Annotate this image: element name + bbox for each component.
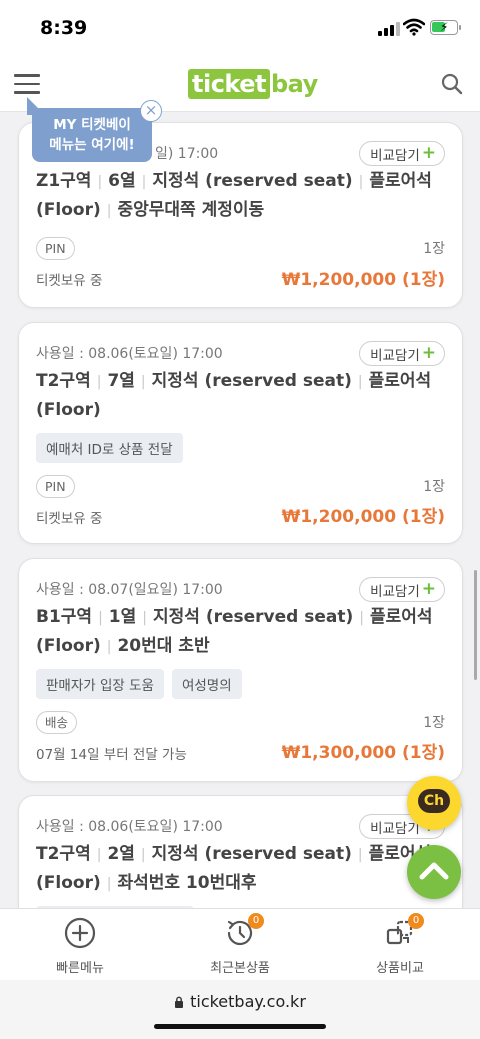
hamburger-menu-icon[interactable] (14, 74, 40, 94)
scroll-top-button[interactable] (407, 845, 461, 899)
compare-label: 비교담기 (370, 583, 420, 600)
status-bar: 8:39 ⚡ (0, 0, 480, 58)
logo-bay-text: bay (271, 70, 318, 98)
logo-ticket-text: ticket (188, 69, 270, 99)
listing-row: 7열 (107, 371, 135, 391)
app-header: ticket bay (0, 58, 480, 112)
listing-card[interactable]: 사용일 : 08.06(토요일) 17:00 비교담기 + T2구역 | 7열 | 지정석… (18, 322, 463, 544)
listing-status: 07월 14일 부터 전달 가능 (36, 747, 187, 763)
listing-price: ₩1,200,000 (1장) (281, 270, 445, 290)
tooltip-line2: 메뉴는 여기에! (49, 137, 135, 153)
chat-bubble-icon: Ch (418, 789, 450, 813)
browser-url-bar[interactable]: ticketbay.co.kr (0, 980, 480, 1039)
chevron-up-icon (419, 862, 449, 880)
listing-note: 20번대 초반 (117, 636, 210, 656)
wifi-icon (403, 18, 425, 36)
listing-tags: 예매처 ID로 상품 전달 (36, 433, 183, 463)
listing-tags: 판매자가 입장 도움 여성명의 (36, 669, 242, 699)
plus-icon: + (421, 143, 436, 163)
battery-tip (459, 25, 461, 30)
battery-icon: ⚡ (430, 20, 458, 35)
nav-label: 빠른메뉴 (56, 961, 104, 976)
listing-seat-type: 지정석 (reserved seat) (151, 371, 352, 391)
plus-circle-icon (64, 917, 96, 949)
listing-seat-type: 지정석 (reserved seat) (151, 844, 352, 864)
listing-note: 좌석번호 10번대후 (117, 873, 257, 893)
listing-quantity: 1장 (423, 715, 445, 731)
listing-seat-type: 지정석 (reserved seat) (152, 171, 353, 191)
listing-card[interactable]: 사용일 : 08.07(일요일) 17:00 비교담기 + B1구역 | 1열 | 지정석… (18, 558, 463, 782)
listing-zone: Z1구역 (36, 171, 92, 191)
tooltip-line1: MY 티켓베이 (53, 117, 131, 133)
listing-row: 2열 (107, 844, 135, 864)
lock-icon (175, 996, 184, 1008)
listing-seat-type: 지정석 (reserved seat) (152, 607, 354, 627)
listing-tag: 예매처 ID로 상품 전달 (36, 433, 183, 463)
delivery-method-badge: PIN (36, 237, 75, 260)
listing-title: Z1구역 | 6열 | 지정석 (reserved seat) | 플로어석 (Floor)… (36, 171, 432, 220)
plus-icon: + (421, 579, 436, 599)
listing-date: 사용일 : 08.06(토요일) 17:00 (36, 346, 223, 362)
compare-label: 비교담기 (370, 147, 420, 164)
listing-date: 일) 17:00 (155, 146, 219, 162)
compare-add-button[interactable]: 비교담기+ (359, 141, 445, 166)
listing-title: T2구역 | 7열 | 지정석 (reserved seat) | 플로어석 (Floor) (36, 371, 432, 420)
ticketbay-logo[interactable]: ticket bay (188, 68, 318, 100)
plus-icon: + (421, 343, 436, 363)
search-icon[interactable] (441, 73, 463, 95)
compare-label: 비교담기 (370, 347, 420, 364)
tooltip-close-button[interactable]: × (140, 100, 162, 122)
listing-zone: T2구역 (36, 844, 91, 864)
compare-count-badge: 0 (408, 913, 424, 929)
bottom-navigation: 빠른메뉴 0 최근본상품 0 상품비교 (0, 908, 480, 980)
url-text: ticketbay.co.kr (190, 992, 306, 1011)
cellular-signal-icon (378, 22, 400, 36)
listing-tag: 여성명의 (171, 669, 242, 699)
nav-label: 최근본상품 (210, 961, 270, 976)
nav-compare[interactable]: 0 상품비교 (320, 909, 480, 981)
listing-note: 중앙무대쪽 계정이동 (117, 200, 265, 220)
menu-tooltip: MY 티켓베이 메뉴는 여기에! (32, 108, 152, 162)
status-time: 8:39 (40, 17, 88, 39)
listing-price: ₩1,200,000 (1장) (281, 507, 445, 527)
listing-row: 1열 (108, 607, 137, 627)
listing-zone: T2구역 (36, 371, 91, 391)
listing-quantity: 1장 (423, 479, 445, 495)
listing-quantity: 1장 (423, 241, 445, 257)
listing-date: 사용일 : 08.07(일요일) 17:00 (36, 582, 223, 598)
delivery-method-badge: 배송 (36, 711, 78, 734)
url-display: ticketbay.co.kr (0, 992, 480, 1011)
listing-status: 티켓보유 중 (36, 273, 103, 289)
nav-quick-menu[interactable]: 빠른메뉴 (0, 909, 160, 981)
listing-row: 6열 (108, 171, 136, 191)
nav-recent-items[interactable]: 0 최근본상품 (160, 909, 320, 981)
listing-tag: 판매자가 입장 도움 (36, 669, 164, 699)
compare-add-button[interactable]: 비교담기+ (359, 341, 445, 366)
home-indicator (154, 1024, 326, 1029)
nav-label: 상품비교 (376, 961, 424, 976)
listing-status: 티켓보유 중 (36, 511, 103, 527)
listing-zone: B1구역 (36, 607, 93, 627)
listing-title: T2구역 | 2열 | 지정석 (reserved seat) | 플로어석 (Floor)… (36, 844, 432, 893)
listing-date: 사용일 : 08.06(토요일) 17:00 (36, 819, 223, 835)
delivery-method-badge: PIN (36, 475, 75, 498)
listing-price: ₩1,300,000 (1장) (281, 743, 445, 763)
channel-chat-button[interactable]: Ch (407, 776, 461, 830)
recent-count-badge: 0 (248, 913, 264, 929)
compare-add-button[interactable]: 비교담기+ (359, 577, 445, 602)
scrollbar-thumb[interactable] (474, 570, 477, 680)
listing-title: B1구역 | 1열 | 지정석 (reserved seat) | 플로어석 (Floor)… (36, 607, 433, 656)
